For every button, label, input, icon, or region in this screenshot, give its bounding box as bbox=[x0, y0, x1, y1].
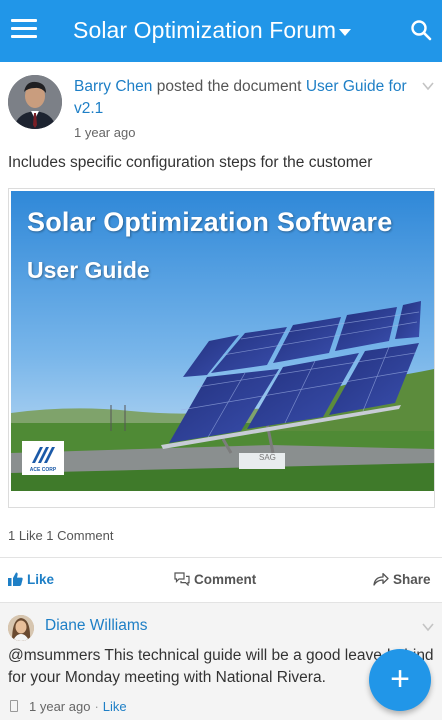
chevron-down-icon[interactable] bbox=[421, 79, 435, 93]
document-preview-image[interactable]: Solar Optimization Software User Guide A… bbox=[11, 191, 434, 491]
commenter-name-link[interactable]: Diane Williams bbox=[45, 617, 148, 635]
comment-label: Comment bbox=[194, 572, 257, 587]
document-preview-subtitle: User Guide bbox=[27, 257, 150, 283]
comment-button[interactable]: Comment bbox=[174, 572, 256, 587]
comment-icon bbox=[174, 572, 190, 587]
like-label: Like bbox=[27, 572, 55, 587]
document-preview-title: Solar Optimization Software bbox=[27, 207, 393, 237]
separator-dot: · bbox=[94, 699, 99, 714]
document-preview-card[interactable]: Solar Optimization Software User Guide A… bbox=[8, 188, 435, 508]
like-button[interactable]: Like bbox=[8, 572, 54, 587]
panel-stand-label: SAG bbox=[259, 453, 276, 462]
thumbs-up-icon bbox=[8, 572, 23, 586]
comment-meta: 1 year ago · Like bbox=[10, 699, 127, 714]
logo-text: ACE CORP bbox=[29, 467, 57, 473]
search-icon[interactable] bbox=[410, 19, 432, 41]
post-timestamp: 1 year ago bbox=[74, 125, 136, 140]
share-label: Share bbox=[393, 572, 431, 587]
comment-timestamp: 1 year ago bbox=[29, 699, 91, 714]
commenter-avatar[interactable] bbox=[8, 615, 34, 641]
engagement-counts[interactable]: 1 Like 1 Comment bbox=[8, 528, 114, 543]
hamburger-menu-icon[interactable] bbox=[11, 19, 37, 43]
post-summary: Barry Chen posted the document User Guid… bbox=[74, 76, 414, 120]
caret-down-icon[interactable] bbox=[339, 29, 351, 36]
comment-like-link[interactable]: Like bbox=[103, 699, 127, 714]
plus-icon: + bbox=[390, 660, 410, 698]
forum-title[interactable]: Solar Optimization Forum bbox=[73, 17, 336, 44]
new-post-button[interactable]: + bbox=[369, 649, 431, 711]
post-author-link[interactable]: Barry Chen bbox=[74, 78, 152, 95]
post-header: Barry Chen posted the document User Guid… bbox=[0, 62, 442, 146]
mobile-device-icon bbox=[10, 700, 18, 712]
post-actions: Like Comment Share bbox=[0, 558, 442, 602]
share-button[interactable]: Share bbox=[373, 572, 431, 587]
app-bar: Solar Optimization Forum bbox=[0, 0, 442, 62]
ace-corp-logo: ACE CORP bbox=[22, 441, 64, 475]
avatar[interactable] bbox=[8, 75, 62, 129]
chevron-down-icon[interactable] bbox=[421, 620, 435, 634]
post-text: Includes specific configuration steps fo… bbox=[8, 154, 373, 171]
post-action-text: posted the document bbox=[156, 78, 302, 95]
share-arrow-icon bbox=[373, 572, 389, 586]
